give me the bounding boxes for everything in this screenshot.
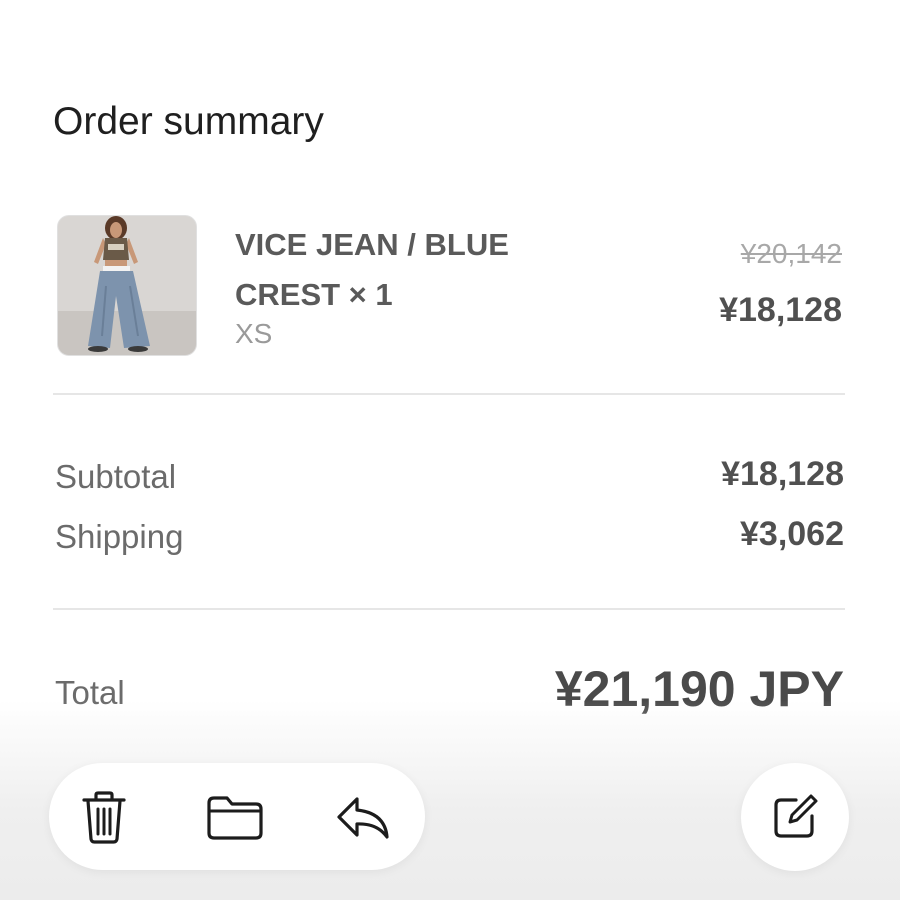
move-to-folder-button[interactable]: [180, 763, 290, 870]
subtotal-value: ¥18,128: [721, 455, 844, 493]
subtotal-label: Subtotal: [55, 458, 177, 495]
mail-toolbar: [49, 763, 425, 870]
page-title: Order summary: [53, 100, 324, 143]
reply-button[interactable]: [309, 763, 419, 870]
compose-button[interactable]: [741, 763, 849, 871]
delete-button[interactable]: [49, 763, 159, 870]
shipping-value: ¥3,062: [740, 515, 844, 553]
shipping-label: Shipping: [55, 518, 184, 555]
product-photo: [58, 216, 196, 355]
compose-icon: [774, 794, 818, 838]
divider: [53, 393, 845, 395]
original-price: ¥20,142: [740, 238, 842, 269]
product-thumbnail[interactable]: [57, 215, 197, 356]
reply-icon: [337, 796, 389, 839]
product-name: VICE JEAN / BLUE CREST × 1: [235, 227, 509, 312]
folder-icon: [207, 795, 263, 840]
product-variant: XS: [235, 318, 273, 349]
sale-price: ¥18,128: [719, 291, 842, 329]
trash-icon: [82, 790, 126, 844]
divider: [53, 608, 845, 610]
